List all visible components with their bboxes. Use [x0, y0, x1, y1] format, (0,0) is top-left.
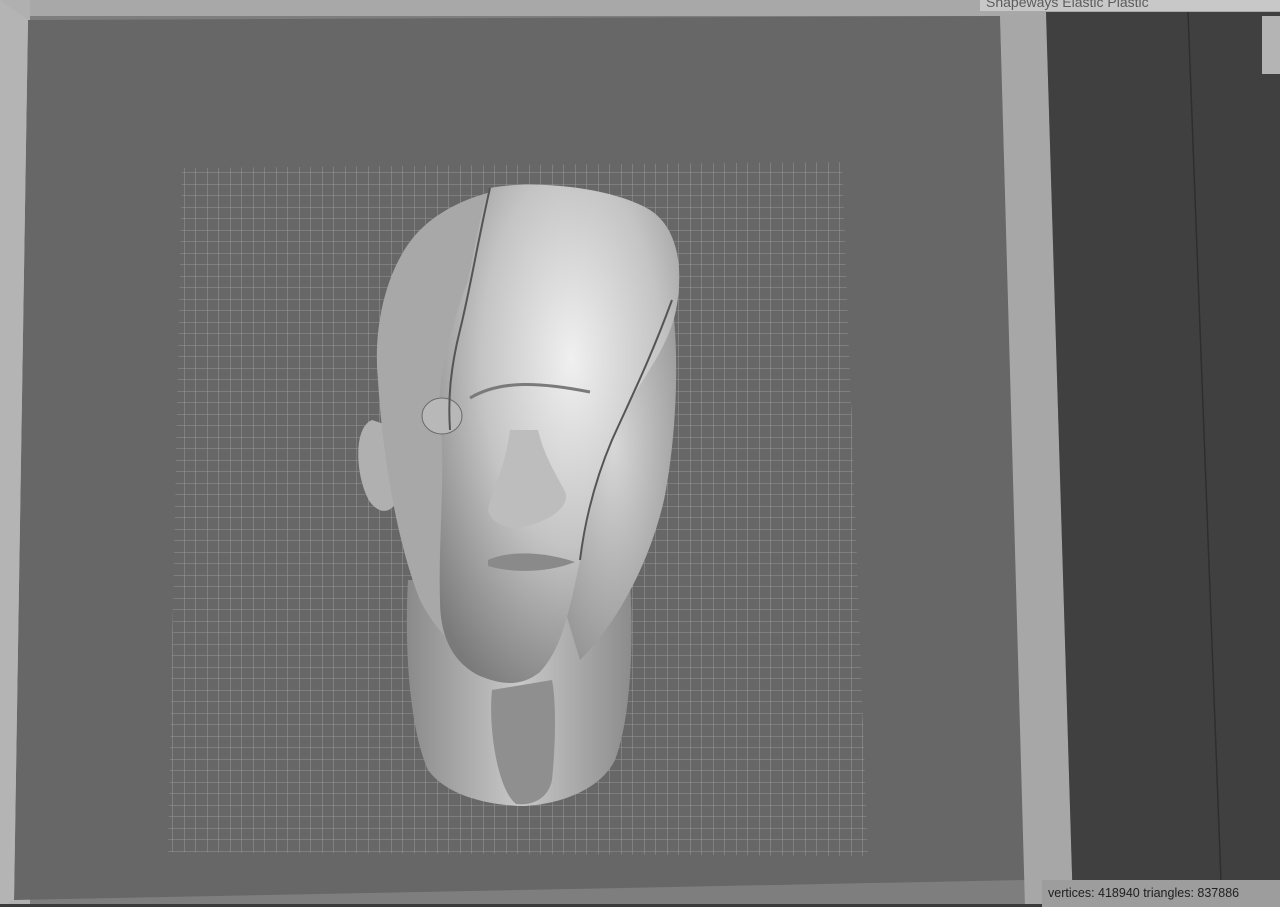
window-title: Shapeways Elastic Plastic — [986, 0, 1149, 10]
window-title-tab: Shapeways Elastic Plastic — [980, 0, 1280, 11]
status-bar: vertices: 418940 triangles: 837886 — [1042, 880, 1280, 907]
3d-viewport[interactable] — [0, 0, 1280, 907]
app-window: Shapeways Elastic Plastic vertices: 4189… — [0, 0, 1280, 907]
mesh-stats-text: vertices: 418940 triangles: 837886 — [1048, 886, 1240, 900]
panel-edge-tab[interactable] — [1262, 16, 1280, 74]
viewport-right-wall-dark — [1046, 12, 1280, 907]
